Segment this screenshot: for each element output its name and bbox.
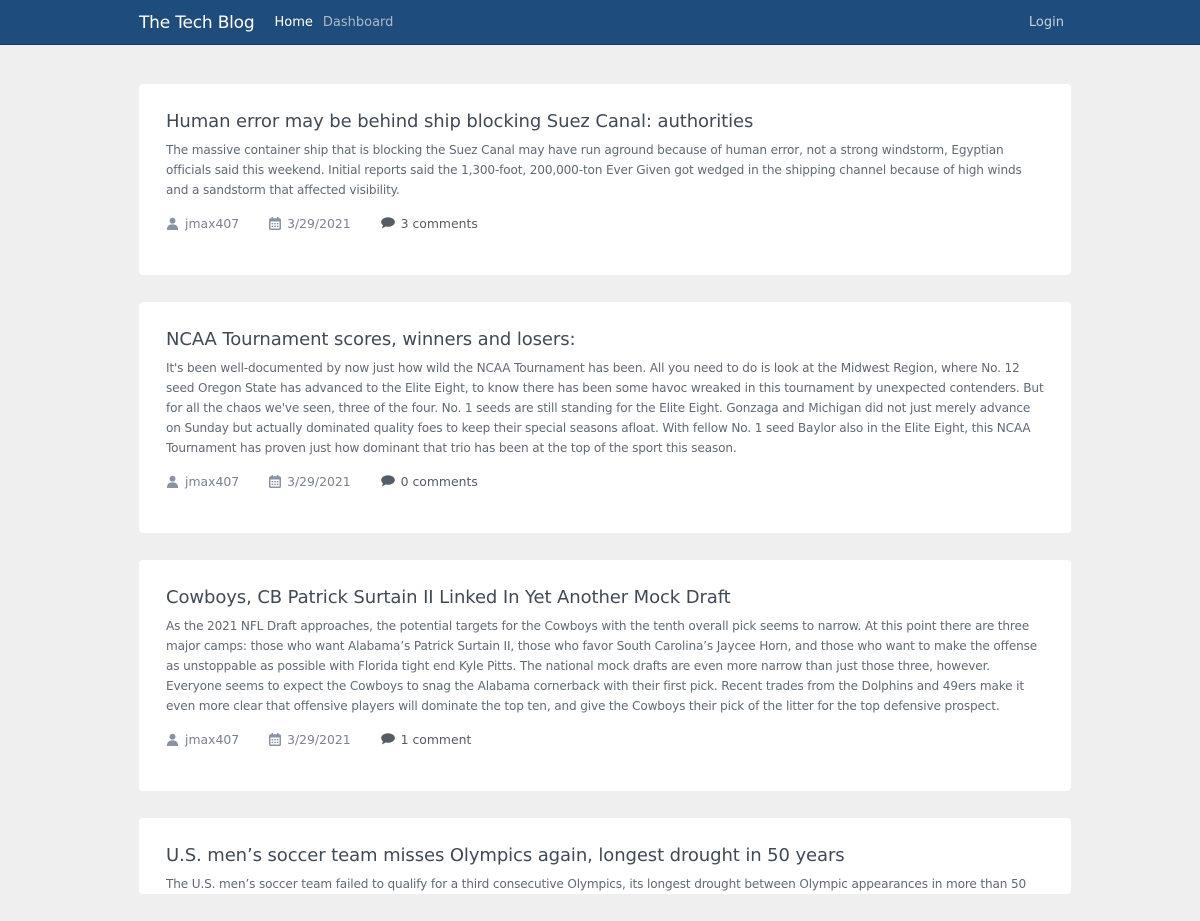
post-date: 3/29/2021 [269, 732, 351, 747]
post-body: It's been well-documented by now just ho… [166, 361, 1044, 455]
post-comments-count[interactable]: 1 comment [401, 732, 472, 747]
card-padding [166, 491, 1044, 533]
post-meta: jmax407 3/29/2021 3 comments [166, 213, 1044, 233]
post-card: Human error may be behind ship blocking … [139, 84, 1071, 275]
post-title[interactable]: Cowboys, CB Patrick Surtain II Linked In… [166, 586, 1044, 610]
user-icon [166, 475, 179, 488]
post-comments[interactable]: 1 comment [380, 732, 472, 747]
post-title[interactable]: Human error may be behind ship blocking … [166, 110, 1044, 134]
post-author-name: jmax407 [185, 215, 240, 231]
user-icon [166, 217, 179, 230]
comment-icon [380, 217, 395, 229]
login-link[interactable]: Login [1029, 15, 1064, 30]
post-title[interactable]: U.S. men’s soccer team misses Olympics a… [166, 844, 1044, 868]
post-author-name: jmax407 [185, 731, 240, 747]
brand-link[interactable]: The Tech Blog [139, 13, 255, 33]
post-author: jmax407 [166, 216, 239, 231]
post-author: jmax407 [166, 474, 239, 489]
comment-icon [380, 733, 395, 745]
navbar: The Tech Blog Home Dashboard Login [0, 0, 1200, 45]
post-author-name: jmax407 [185, 473, 240, 489]
post-comments[interactable]: 3 comments [380, 216, 478, 231]
post-meta: jmax407 3/29/2021 1 comment [166, 729, 1044, 749]
post-card: NCAA Tournament scores, winners and lose… [139, 302, 1071, 533]
card-padding [166, 233, 1044, 275]
nav-link-home[interactable]: Home [274, 15, 312, 30]
post-body: The massive container ship that is block… [166, 143, 1022, 197]
comment-icon [380, 475, 395, 487]
calendar-icon [269, 474, 282, 488]
post-author: jmax407 [166, 732, 239, 747]
post-card: Cowboys, CB Patrick Surtain II Linked In… [139, 560, 1071, 791]
post-feed: Human error may be behind ship blocking … [139, 84, 1071, 921]
post-title[interactable]: NCAA Tournament scores, winners and lose… [166, 328, 1044, 352]
post-date: 3/29/2021 [269, 474, 351, 489]
post-body: The U.S. men’s soccer team failed to qua… [166, 877, 1027, 891]
post-meta: jmax407 3/29/2021 0 comments [166, 471, 1044, 491]
user-icon [166, 733, 179, 746]
post-comments-count[interactable]: 3 comments [401, 216, 478, 231]
calendar-icon [269, 216, 282, 230]
nav-link-dashboard[interactable]: Dashboard [323, 15, 394, 30]
post-card: U.S. men’s soccer team misses Olympics a… [139, 818, 1071, 894]
post-comments[interactable]: 0 comments [380, 474, 478, 489]
post-date-text: 3/29/2021 [287, 215, 351, 231]
navbar-inner: The Tech Blog Home Dashboard Login [139, 0, 1064, 45]
post-comments-count[interactable]: 0 comments [401, 474, 478, 489]
post-date-text: 3/29/2021 [287, 473, 351, 489]
card-padding [166, 749, 1044, 791]
post-date: 3/29/2021 [269, 216, 351, 231]
post-date-text: 3/29/2021 [287, 731, 351, 747]
post-body: As the 2021 NFL Draft approaches, the po… [166, 619, 1038, 713]
calendar-icon [269, 732, 282, 746]
